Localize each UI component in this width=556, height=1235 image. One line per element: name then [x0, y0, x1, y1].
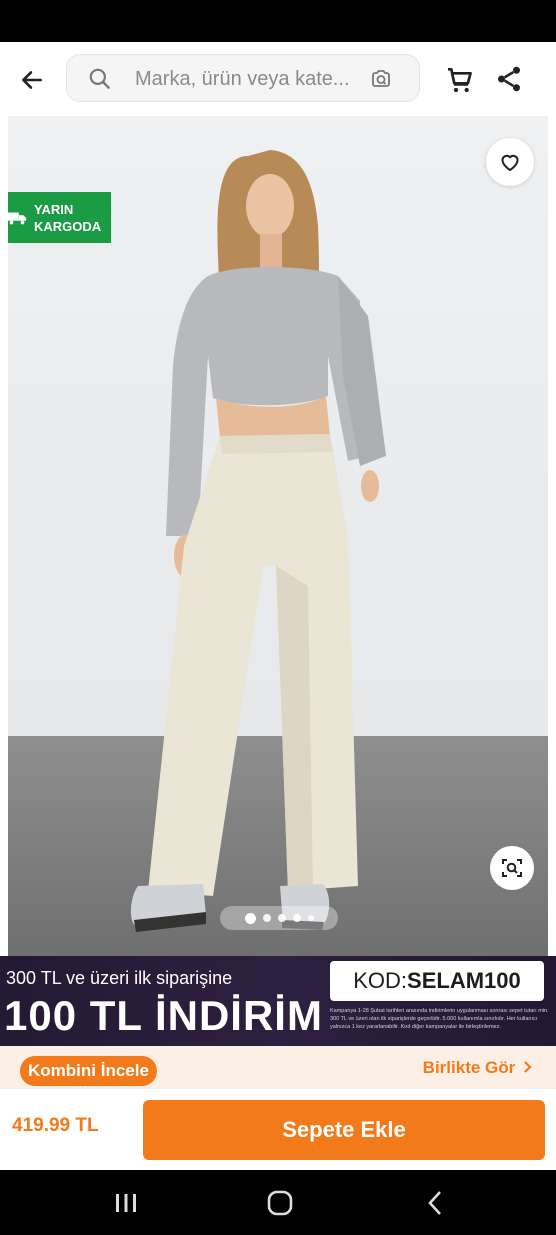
visual-search-button[interactable]	[490, 846, 534, 890]
product-price: 419.99 TL	[12, 1115, 99, 1136]
top-bar: Marka, ürün veya kate...	[0, 42, 556, 116]
badge-line-1: YARIN	[34, 201, 74, 217]
search-bar[interactable]: Marka, ürün veya kate...	[66, 54, 420, 102]
search-icon	[89, 68, 110, 89]
cart-icon	[448, 68, 472, 93]
home-icon[interactable]	[264, 1188, 296, 1218]
promo-title: 100 TL İNDİRİM	[4, 992, 323, 1039]
carousel-dot-1[interactable]	[244, 912, 256, 924]
add-to-cart-button[interactable]: Sepete Ekle	[143, 1100, 545, 1160]
product-image[interactable]: YARIN KARGODA	[8, 116, 548, 956]
view-combo-button[interactable]: Kombini İncele	[20, 1056, 157, 1086]
search-input[interactable]: Marka, ürün veya kate...	[135, 68, 350, 91]
cart-button[interactable]	[444, 64, 476, 96]
carousel-dot-4[interactable]	[292, 914, 301, 922]
promo-code-value: SELAM100	[407, 968, 521, 993]
see-together-label: Birlikte Gör	[422, 1058, 516, 1077]
back-button[interactable]	[14, 62, 50, 98]
promo-banner[interactable]: 300 TL ve üzeri ilk siparişine 100 TL İN…	[0, 956, 556, 1046]
back-arrow-icon	[22, 71, 42, 89]
share-icon	[498, 66, 520, 92]
promo-code: KOD: SELAM100	[330, 961, 544, 1001]
promo-subtitle: 300 TL ve üzeri ilk siparişine	[6, 968, 233, 988]
promo-fine-print: Kampanya 1-28 Şubat tarihleri arasında i…	[330, 1008, 549, 1030]
carousel-dot-5[interactable]	[307, 915, 314, 921]
carousel-dot-2[interactable]	[262, 914, 271, 922]
favorite-button[interactable]	[486, 138, 534, 186]
camera-search-icon[interactable]	[369, 67, 393, 91]
combo-bar: Kombini İncele Birlikte Gör	[0, 1046, 556, 1088]
status-bar	[0, 0, 556, 42]
nav-back-icon[interactable]	[420, 1188, 452, 1218]
badge-line-2: KARGODA	[34, 218, 102, 234]
see-together-link[interactable]: Birlikte Gör	[423, 1058, 534, 1078]
promo-code-label: KOD:	[353, 968, 408, 993]
fast-delivery-badge: YARIN KARGODA	[8, 192, 111, 243]
share-button[interactable]	[494, 64, 526, 96]
recent-apps-icon[interactable]	[110, 1188, 142, 1218]
heart-icon	[501, 154, 519, 171]
purchase-bar: 419.99 TL Sepete Ekle	[0, 1088, 556, 1170]
lens-scan-icon	[502, 859, 522, 877]
carousel-dot-3[interactable]	[277, 914, 286, 922]
chevron-right-icon	[524, 1061, 532, 1073]
carousel-indicator[interactable]	[220, 906, 338, 930]
system-nav-bar	[0, 1170, 556, 1235]
delivery-truck-icon	[8, 212, 27, 224]
